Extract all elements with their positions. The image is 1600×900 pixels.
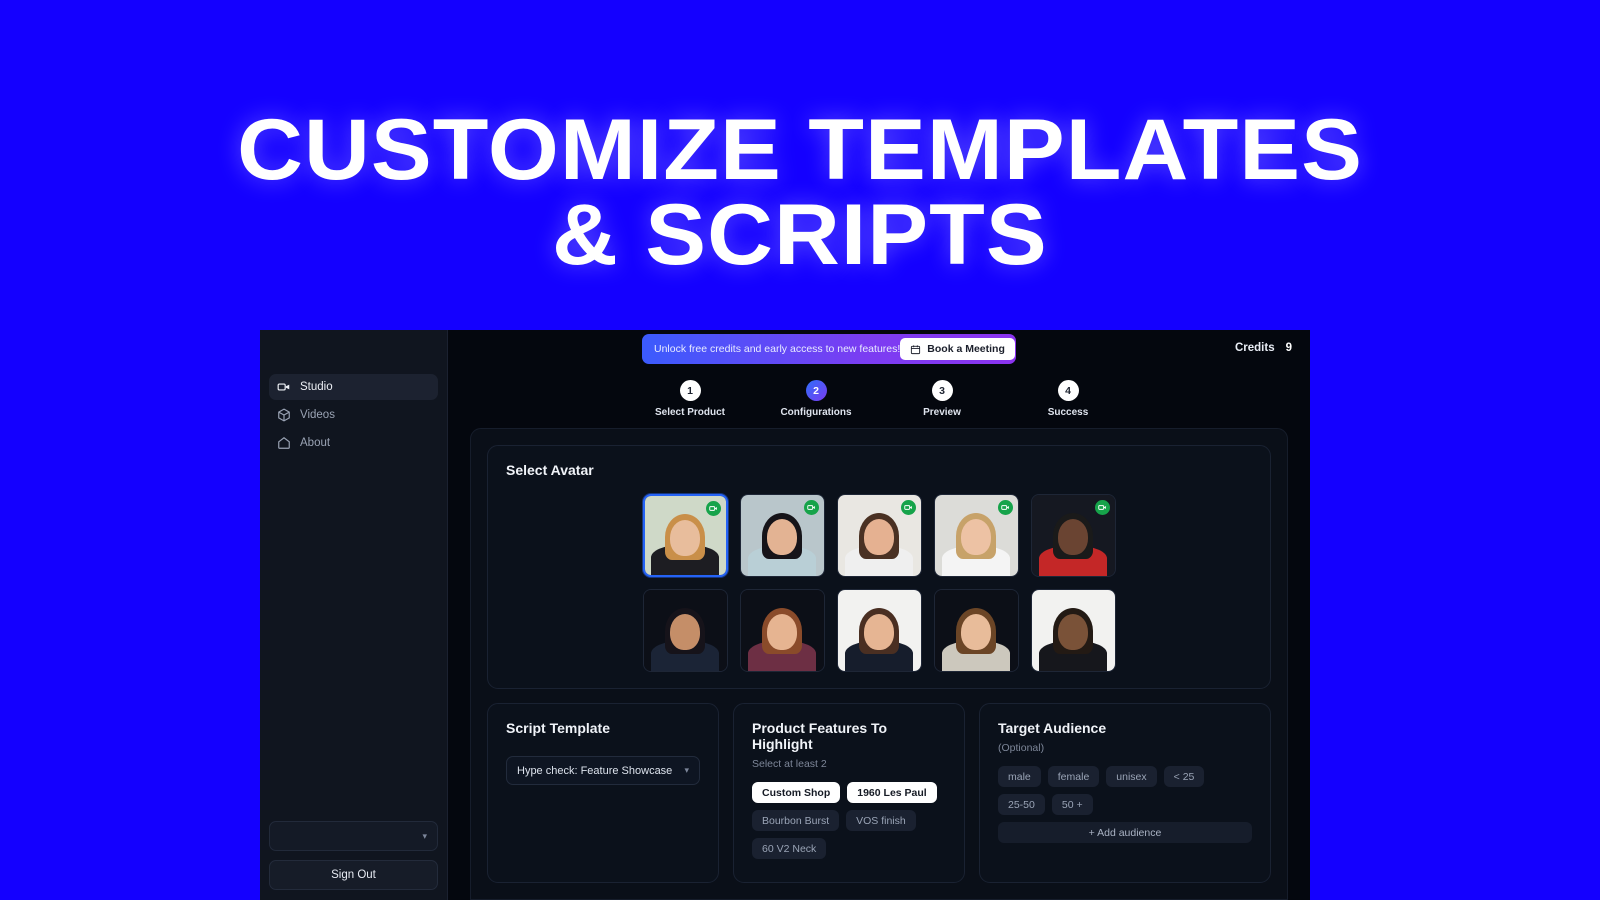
- audience-chip[interactable]: 25-50: [998, 794, 1045, 815]
- sidebar-item-studio[interactable]: Studio: [269, 374, 438, 400]
- home-icon: [277, 436, 291, 450]
- app-window: Studio Videos About ▾ Sign Out Unlock fr…: [260, 330, 1310, 900]
- script-template-selected-value: Hype check: Feature Showcase: [517, 764, 673, 777]
- feature-chip[interactable]: Custom Shop: [752, 782, 841, 803]
- audience-chip[interactable]: < 25: [1163, 766, 1205, 787]
- avatar-grid: [506, 494, 1252, 672]
- video-badge-icon: [900, 500, 916, 515]
- feature-chip[interactable]: Bourbon Burst: [752, 810, 840, 831]
- avatar-card[interactable]: [642, 589, 728, 672]
- avatar-portrait: [740, 590, 824, 671]
- promo-banner[interactable]: Unlock free credits and early access to …: [642, 334, 1016, 364]
- avatar-card[interactable]: [1030, 589, 1116, 672]
- cube-icon: [277, 408, 291, 422]
- feature-chip[interactable]: VOS finish: [846, 810, 916, 831]
- step-preview[interactable]: 3 Preview: [900, 380, 984, 418]
- avatar-card[interactable]: [739, 494, 825, 577]
- credits-label: Credits: [1234, 342, 1275, 354]
- product-features-title: Product Features To Highlight: [752, 720, 888, 752]
- add-audience-button[interactable]: + Add audience: [998, 822, 1252, 843]
- target-audience-subtitle: (Optional): [998, 742, 1045, 754]
- target-audience-chips: male female unisex < 25 25-50 50 + + Add audie…: [998, 766, 1252, 843]
- script-template-title: Script Template: [506, 720, 610, 736]
- sidebar-item-about[interactable]: About: [269, 430, 438, 456]
- calendar-icon: [910, 344, 921, 355]
- sidebar-nav: Studio Videos About: [269, 374, 438, 456]
- product-features-subtitle: Select at least 2: [752, 758, 827, 770]
- avatar-card[interactable]: [642, 494, 728, 577]
- avatar-card[interactable]: [933, 589, 1019, 672]
- hero-banner: CUSTOMIZE TEMPLATES & SCRIPTS: [0, 0, 1600, 330]
- video-badge-icon: [997, 500, 1013, 515]
- product-features-chips: Custom Shop 1960 Les Paul Bourbon Burst VOS…: [752, 782, 946, 859]
- account-select[interactable]: ▾: [269, 821, 438, 851]
- script-template-select[interactable]: Hype check: Feature Showcase ▾: [506, 756, 700, 785]
- feature-chip[interactable]: 1960 Les Paul: [847, 782, 937, 803]
- avatar-portrait: [934, 590, 1018, 671]
- sidebar-item-label: Videos: [300, 409, 335, 421]
- avatar-card[interactable]: [739, 589, 825, 672]
- step-configurations[interactable]: 2 Configurations: [774, 380, 858, 418]
- avatar-portrait: [837, 590, 921, 671]
- sidebar-item-videos[interactable]: Videos: [269, 402, 438, 428]
- credits-value: 9: [1285, 342, 1292, 354]
- target-audience-panel: Target Audience (Optional) male female uni…: [979, 703, 1271, 883]
- progress-stepper: 1 Select Product 2 Configurations 3 Prev…: [448, 366, 1310, 428]
- step-label: Select Product: [654, 407, 726, 418]
- audience-chip[interactable]: male: [998, 766, 1041, 787]
- step-label: Success: [1047, 407, 1089, 418]
- audience-chip[interactable]: unisex: [1106, 766, 1157, 787]
- step-number: 2: [805, 380, 827, 401]
- avatar-card[interactable]: [836, 589, 922, 672]
- avatar-card[interactable]: [933, 494, 1019, 577]
- feature-chip[interactable]: 60 V2 Neck: [752, 838, 827, 859]
- sidebar: Studio Videos About ▾ Sign Out: [260, 330, 448, 900]
- video-badge-icon: [705, 501, 721, 516]
- step-success[interactable]: 4 Success: [1026, 380, 1110, 418]
- step-label: Configurations: [780, 407, 852, 418]
- target-audience-title: Target Audience: [998, 720, 1107, 736]
- avatar-portrait: [643, 590, 727, 671]
- step-number: 1: [679, 380, 701, 401]
- script-template-panel: Script Template Hype check: Feature Show…: [487, 703, 719, 883]
- chevron-down-icon: ▾: [422, 830, 427, 841]
- sidebar-item-label: Studio: [300, 381, 333, 393]
- audience-chip[interactable]: 50 +: [1051, 794, 1093, 815]
- book-a-meeting-button[interactable]: Book a Meeting: [900, 338, 1015, 360]
- video-badge-icon: [803, 500, 819, 515]
- sidebar-footer: ▾ Sign Out: [269, 821, 438, 890]
- book-a-meeting-label: Book a Meeting: [927, 343, 1005, 355]
- avatar-card[interactable]: [836, 494, 922, 577]
- avatar-card[interactable]: [1030, 494, 1116, 577]
- sidebar-item-label: About: [300, 437, 331, 449]
- chevron-down-icon: ▾: [684, 765, 689, 775]
- avatar-portrait: [1031, 590, 1115, 671]
- config-columns: Script Template Hype check: Feature Show…: [487, 703, 1271, 883]
- product-features-panel: Product Features To Highlight Select at …: [733, 703, 965, 883]
- audience-chip[interactable]: female: [1047, 766, 1100, 787]
- step-label: Preview: [923, 407, 961, 418]
- credits-display: Credits 9: [1235, 342, 1292, 354]
- step-select-product[interactable]: 1 Select Product: [648, 380, 732, 418]
- main-content: Unlock free credits and early access to …: [448, 330, 1310, 900]
- configuration-content: Select Avatar Script Template Hype check…: [470, 428, 1288, 900]
- promo-banner-text: Unlock free credits and early access to …: [654, 343, 901, 355]
- sign-out-button[interactable]: Sign Out: [269, 860, 438, 890]
- hero-headline-line-1: CUSTOMIZE TEMPLATES: [237, 101, 1363, 198]
- step-number: 4: [1057, 380, 1079, 401]
- topbar: Unlock free credits and early access to …: [448, 330, 1310, 366]
- select-avatar-title: Select Avatar: [506, 462, 594, 478]
- select-avatar-panel: Select Avatar: [487, 445, 1271, 689]
- video-camera-icon: [277, 380, 291, 394]
- hero-headline-line-2: & SCRIPTS: [552, 187, 1048, 283]
- video-badge-icon: [1094, 500, 1110, 515]
- step-number: 3: [931, 380, 953, 401]
